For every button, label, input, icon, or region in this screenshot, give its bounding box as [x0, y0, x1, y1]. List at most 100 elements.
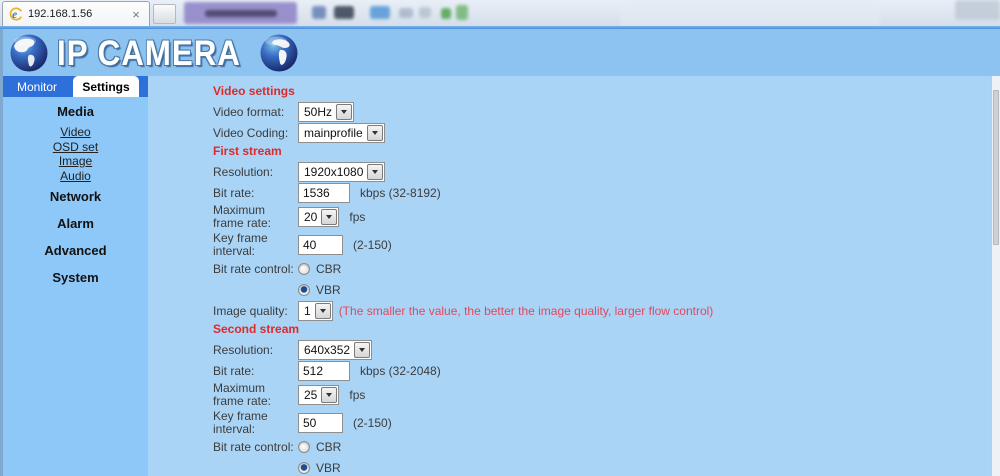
field-label: Video format:	[213, 104, 285, 119]
blurred-icon	[456, 5, 468, 20]
radio-label: CBR	[316, 262, 342, 276]
scrollbar-thumb[interactable]	[993, 90, 999, 245]
sidebar-item-network[interactable]: Network	[3, 183, 148, 204]
blurred-text-blob	[205, 10, 277, 17]
max-frame-rate-row: Maximum frame rate: 25 fps	[213, 382, 991, 408]
sidebar: Monitor Settings Media Video OSD set Ima…	[3, 76, 148, 476]
globe-icon	[260, 34, 298, 71]
camera-web-page: IP CAMERA Monitor Settings Media Video O…	[0, 29, 1000, 476]
phone-icon	[312, 6, 326, 19]
video-coding-row: Video Coding: mainprofile	[213, 123, 991, 143]
chevron-down-icon[interactable]	[314, 303, 331, 319]
chevron-down-icon[interactable]	[321, 209, 338, 225]
bit-rate-control-row: Bit rate control: CBR	[213, 437, 991, 457]
selected-value: 50Hz	[304, 105, 333, 119]
bit-rate-control-row: VBR	[213, 458, 991, 476]
field-label: Key frame interval:	[213, 409, 268, 436]
sidebar-item-media[interactable]: Media	[3, 104, 148, 119]
chevron-down-icon[interactable]	[354, 342, 371, 358]
chevron-down-icon[interactable]	[367, 164, 384, 180]
sidebar-item-video[interactable]: Video	[3, 125, 148, 140]
tab-monitor[interactable]: Monitor	[3, 76, 71, 97]
screen: e 192.168.1.56 × IP CAMERA Monitor Setti…	[0, 0, 1000, 476]
field-label: Bit rate:	[213, 363, 255, 378]
section-heading-first-stream: First stream	[213, 144, 282, 158]
scrollbar[interactable]	[991, 76, 1000, 476]
bit-rate-input-1[interactable]	[298, 183, 350, 203]
field-suffix: kbps (32-8192)	[360, 186, 441, 200]
selected-value: 20	[304, 210, 318, 224]
field-suffix: fps	[349, 388, 366, 402]
sidebar-item-alarm[interactable]: Alarm	[3, 210, 148, 231]
page-title: IP CAMERA	[57, 31, 241, 72]
bit-rate-input-2[interactable]	[298, 361, 350, 381]
field-suffix: fps	[349, 210, 366, 224]
sidebar-item-system[interactable]: System	[3, 264, 148, 285]
radio-label: CBR	[316, 440, 342, 454]
chevron-down-icon[interactable]	[336, 104, 353, 120]
page-header: IP CAMERA	[3, 29, 1000, 76]
selected-value: 640x352	[304, 343, 351, 357]
bit-rate-row: Bit rate: kbps (32-8192)	[213, 183, 991, 203]
field-label: Bit rate control:	[213, 439, 294, 454]
field-label: Maximum frame rate:	[213, 381, 272, 408]
field-label: Key frame interval:	[213, 231, 268, 258]
field-suffix: (2-150)	[353, 238, 392, 252]
folder-icon	[370, 6, 390, 19]
key-frame-interval-row: Key frame interval: (2-150)	[213, 410, 991, 436]
sidebar-item-audio[interactable]: Audio	[3, 169, 148, 184]
sidebar-item-image[interactable]: Image	[3, 154, 148, 169]
image-quality-select-1[interactable]: 1	[298, 301, 333, 321]
selected-value: mainprofile	[304, 126, 363, 140]
field-label: Image quality:	[213, 303, 288, 318]
blurred-icon	[419, 7, 431, 18]
sidebar-item-advanced[interactable]: Advanced	[3, 237, 148, 258]
section-heading-second-stream: Second stream	[213, 322, 300, 336]
radio-label: VBR	[316, 283, 341, 297]
svg-text:e: e	[12, 9, 17, 21]
video-coding-select[interactable]: mainprofile	[298, 123, 385, 143]
tab-settings[interactable]: Settings	[73, 76, 139, 97]
blurred-window-corner	[955, 0, 1000, 20]
bit-rate-row: Bit rate: kbps (32-2048)	[213, 361, 991, 381]
resolution-select-2[interactable]: 640x352	[298, 340, 373, 360]
key-frame-interval-row: Key frame interval: (2-150)	[213, 232, 991, 258]
video-format-select[interactable]: 50Hz	[298, 102, 355, 122]
field-suffix: (2-150)	[353, 416, 392, 430]
key-frame-interval-input-1[interactable]	[298, 235, 343, 255]
selected-value: 1920x1080	[304, 165, 364, 179]
sidebar-menu: Media Video OSD set Image Audio Network …	[3, 97, 148, 291]
field-suffix: kbps (32-2048)	[360, 364, 441, 378]
blurred-icon	[399, 8, 413, 18]
sidebar-tabstrip: Monitor Settings	[3, 76, 148, 97]
chevron-down-icon[interactable]	[366, 125, 383, 141]
max-frame-rate-select-1[interactable]: 20	[298, 207, 340, 227]
new-tab-button[interactable]	[153, 4, 176, 24]
vbr-radio-1[interactable]	[298, 284, 310, 296]
blurred-icon	[441, 8, 451, 19]
resolution-row: Resolution: 1920x1080	[213, 162, 991, 182]
bit-rate-control-row: VBR	[213, 280, 991, 300]
browser-tab[interactable]: e 192.168.1.56 ×	[2, 1, 150, 26]
ie-icon: e	[9, 7, 23, 21]
vbr-radio-2[interactable]	[298, 462, 310, 474]
image-quality-row: Image quality: 1 (The smaller the value,…	[213, 301, 991, 321]
cbr-radio-1[interactable]	[298, 263, 310, 275]
video-format-row: Video format: 50Hz	[213, 102, 991, 122]
field-label: Video Coding:	[213, 125, 289, 140]
max-frame-rate-select-2[interactable]: 25	[298, 385, 340, 405]
resolution-row: Resolution: 640x352	[213, 340, 991, 360]
globe-icon	[10, 34, 48, 71]
resolution-select-1[interactable]: 1920x1080	[298, 162, 386, 182]
cbr-radio-2[interactable]	[298, 441, 310, 453]
field-label: Maximum frame rate:	[213, 203, 272, 230]
chevron-down-icon[interactable]	[321, 387, 338, 403]
selected-value: 1	[304, 304, 311, 318]
key-frame-interval-input-2[interactable]	[298, 413, 343, 433]
close-icon[interactable]: ×	[129, 7, 143, 22]
blurred-highlight	[620, 0, 880, 26]
field-label: Bit rate control:	[213, 261, 294, 276]
field-label: Resolution:	[213, 164, 274, 179]
field-label: Resolution:	[213, 342, 274, 357]
sidebar-item-osd-set[interactable]: OSD set	[3, 140, 148, 155]
